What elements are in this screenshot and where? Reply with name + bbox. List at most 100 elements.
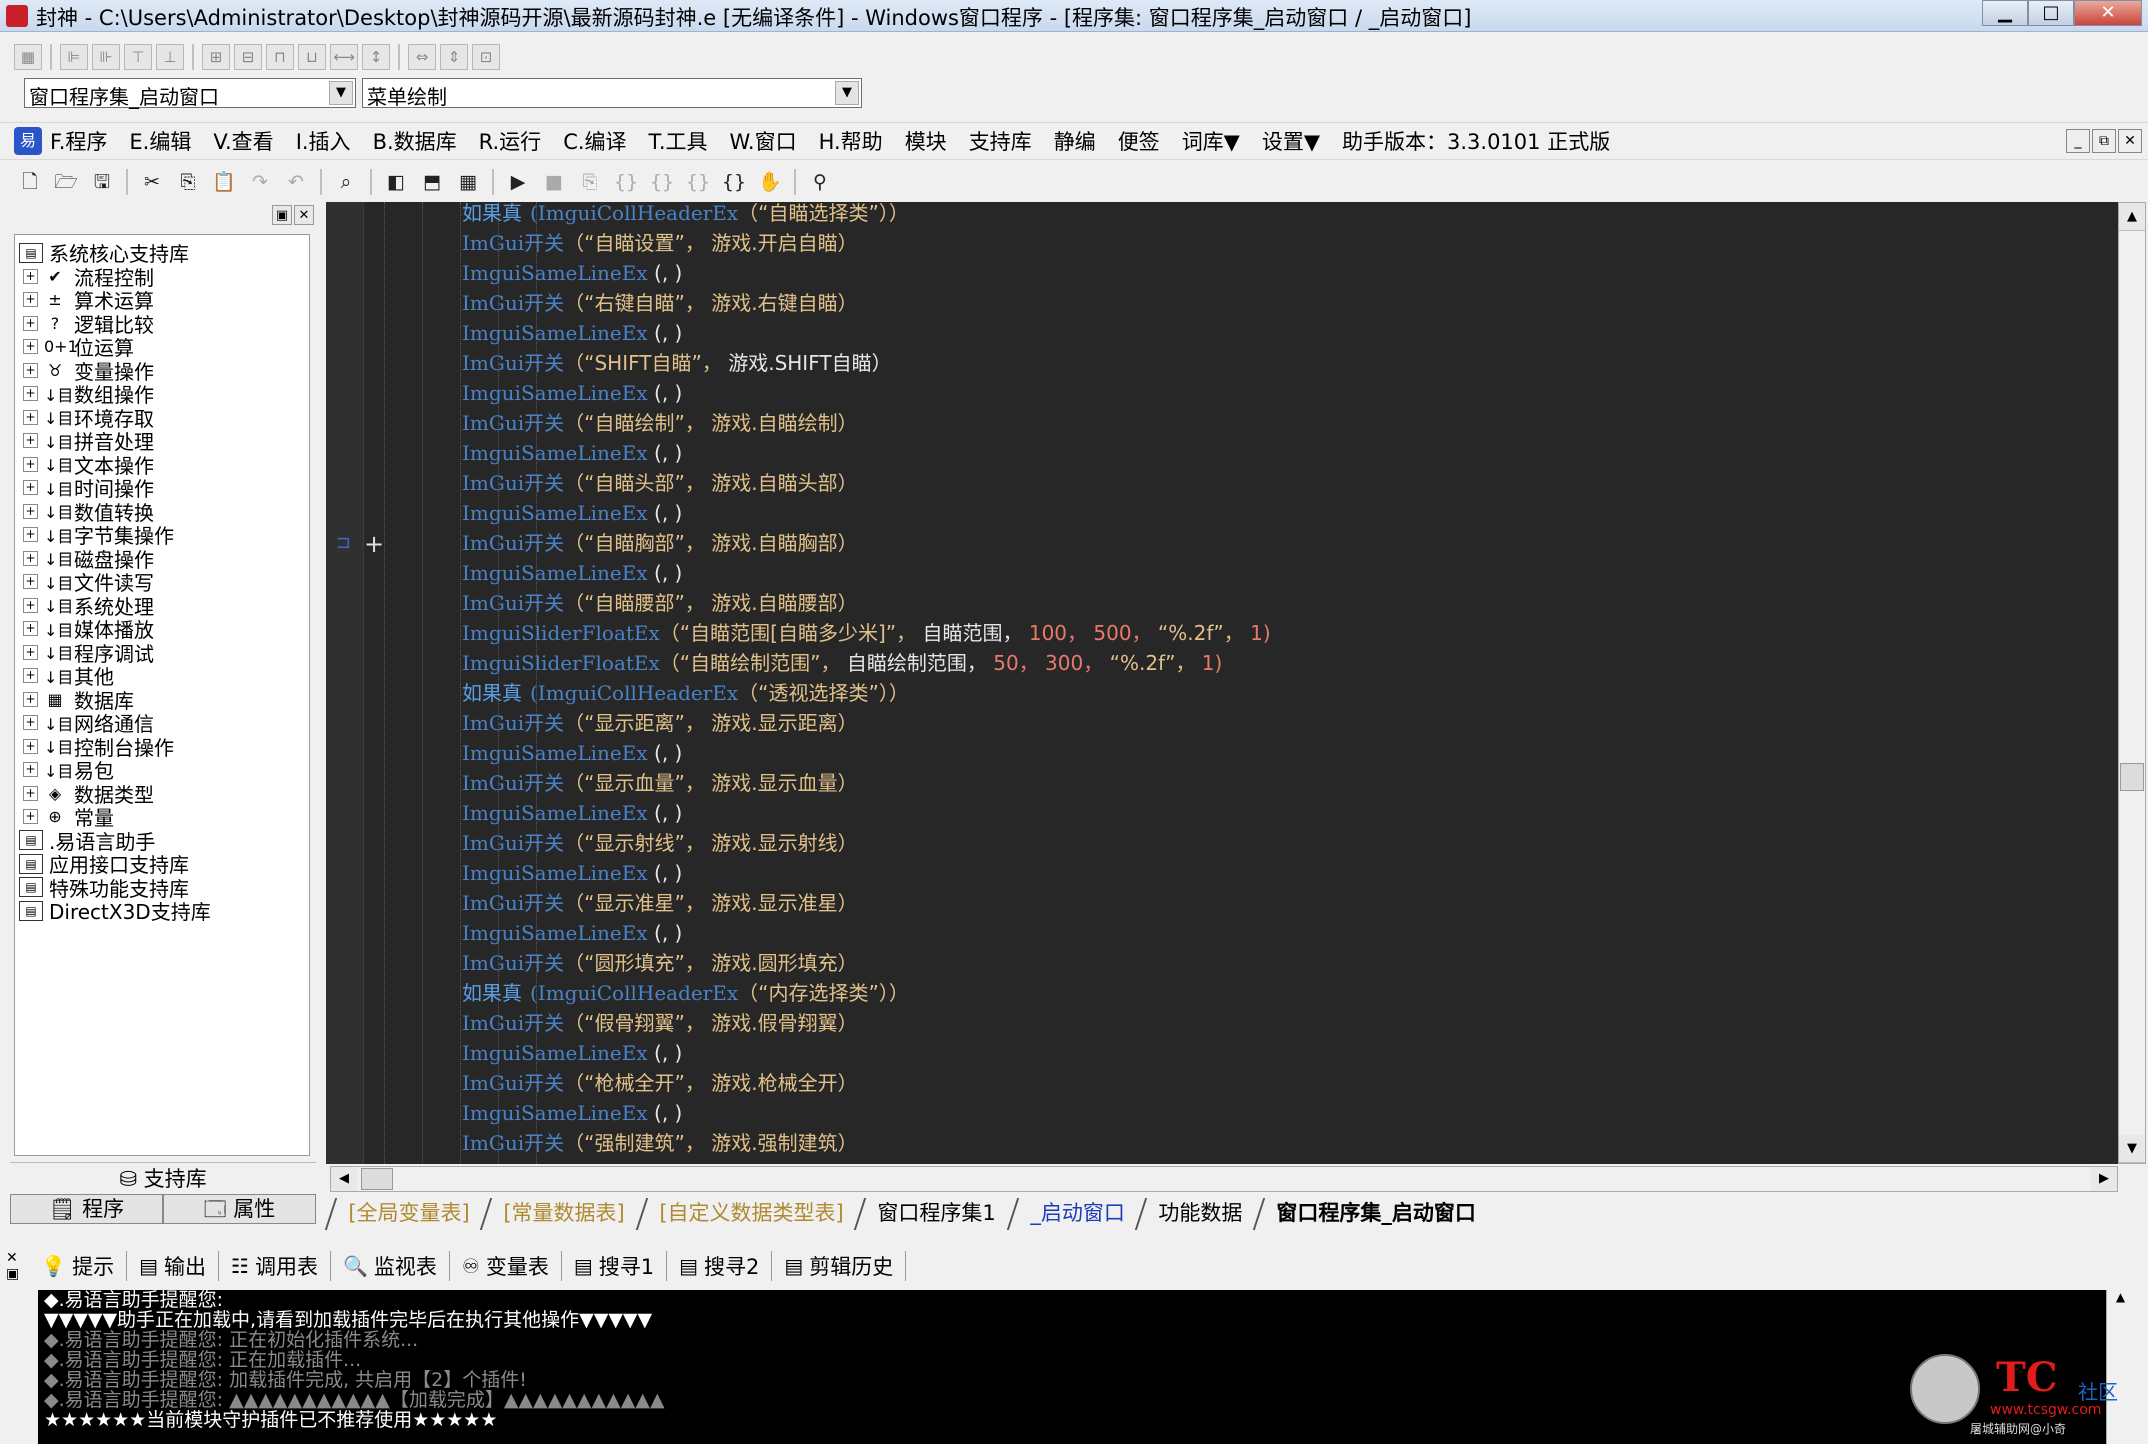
menu-item[interactable]: B.数据库 (373, 126, 457, 156)
code-line[interactable]: ImGui开关（“圆形填充”， 游戏.圆形填充） (462, 948, 858, 978)
editor-tab[interactable]: 窗口程序集1 (853, 1198, 1017, 1230)
tree-item[interactable]: + ◈ 数据类型 (15, 782, 309, 807)
expand-icon[interactable]: + (23, 762, 38, 778)
tree-root[interactable]: ▤ 系统核心支持库 (15, 241, 309, 266)
breakpoint-icon[interactable]: {} (718, 167, 750, 197)
step-over-icon[interactable]: {} (646, 167, 678, 197)
code-area[interactable]: 如果真 (ImguiCollHeaderEx（“自瞄选择类”）） ImGui开关（“… (326, 202, 2118, 1164)
code-line[interactable]: ImguiSameLineEx (, ) (462, 858, 682, 888)
tree-item[interactable]: + ↓目 易包 (15, 758, 309, 783)
tree-item[interactable]: + ↓目 媒体播放 (15, 617, 309, 642)
redo-icon[interactable]: ↷ (244, 167, 276, 197)
code-line[interactable]: ImguiSameLineEx (, ) (462, 318, 682, 348)
layout-top-icon[interactable]: ⬒ (416, 167, 448, 197)
hand-icon[interactable]: ✋ (754, 167, 786, 197)
align-right-icon[interactable]: ⊪ (92, 44, 120, 70)
code-line[interactable]: 如果真 (ImguiCollHeaderEx（“内存选择类”）） (462, 978, 909, 1008)
mdi-close-button[interactable]: ✕ (2118, 129, 2142, 153)
pin-icon[interactable]: ▣ (272, 205, 292, 225)
layout-grid-icon[interactable]: ▦ (452, 167, 484, 197)
code-line[interactable]: ImGui开关（“自瞄绘制”， 游戏.自瞄绘制） (462, 408, 858, 438)
bottom-tab[interactable]: 🔍 监视表 (331, 1251, 450, 1281)
expand-icon[interactable]: + (23, 503, 38, 519)
code-line[interactable]: ImGui开关（“SHIFT自瞄”， 游戏.SHIFT自瞄） (462, 348, 892, 378)
code-line[interactable]: ImGui开关（“枪械全开”， 游戏.枪械全开） (462, 1068, 858, 1098)
tree-item[interactable]: + ↓目 其他 (15, 664, 309, 689)
binoculars-icon[interactable]: ⚲ (804, 167, 836, 197)
pin-icon[interactable]: ▣ (6, 1266, 19, 1282)
code-line[interactable]: ImguiSameLineEx (, ) (462, 438, 682, 468)
align-left-icon[interactable]: ⊫ (60, 44, 88, 70)
paste-icon[interactable]: 📋 (208, 167, 240, 197)
bottom-tab[interactable]: ▤ 输出 (127, 1251, 220, 1281)
code-editor[interactable]: 如果真 (ImguiCollHeaderEx（“自瞄选择类”）） ImGui开关（“… (326, 202, 2118, 1164)
same-width-icon[interactable]: ⊓ (266, 44, 294, 70)
menu-item[interactable]: 模块 (905, 126, 947, 156)
mdi-minimize-button[interactable]: _ (2066, 129, 2090, 153)
menu-item[interactable]: W.窗口 (730, 126, 797, 156)
tree-item[interactable]: + ♉ 变量操作 (15, 359, 309, 384)
new-file-icon[interactable]: 🗋 (14, 167, 46, 197)
code-line[interactable]: 如果真 (ImguiCollHeaderEx（“透视选择类”）） (462, 678, 909, 708)
align-top-icon[interactable]: ⊤ (124, 44, 152, 70)
bottom-tab[interactable]: ♾ 变量表 (450, 1251, 562, 1281)
center-v-icon[interactable]: ⊟ (234, 44, 262, 70)
menu-item[interactable]: V.查看 (213, 126, 273, 156)
expand-icon[interactable]: + (23, 644, 38, 660)
bottom-tab[interactable]: ▤ 搜寻2 (667, 1251, 773, 1281)
bottom-tab[interactable]: ☷ 调用表 (219, 1251, 331, 1281)
stop-icon[interactable]: ■ (538, 167, 570, 197)
expand-icon[interactable]: + (23, 386, 38, 402)
tree-item[interactable]: + ↓目 控制台操作 (15, 735, 309, 760)
menu-item[interactable]: E.编辑 (129, 126, 191, 156)
chevron-down-icon[interactable]: ▼ (835, 81, 859, 105)
editor-tab[interactable]: 窗口程序集_启动窗口 (1252, 1198, 1497, 1230)
expand-icon[interactable]: + (23, 785, 38, 801)
editor-tab[interactable]: _启动窗口 (1006, 1198, 1146, 1230)
layout-left-icon[interactable]: ◧ (380, 167, 412, 197)
center-h-icon[interactable]: ⊞ (202, 44, 230, 70)
space-h-icon[interactable]: ⟷ (330, 44, 358, 70)
editor-vertical-scrollbar[interactable]: ▲ ▼ (2118, 202, 2146, 1164)
run-icon[interactable]: ▶ (502, 167, 534, 197)
expand-icon[interactable]: + (23, 339, 38, 355)
code-line[interactable]: ImguiSameLineEx (, ) (462, 1098, 682, 1128)
bottom-tab[interactable]: 💡 提示 (29, 1251, 128, 1281)
menu-item[interactable]: T.工具 (649, 126, 708, 156)
tree-item[interactable]: + ↓目 文件读写 (15, 570, 309, 595)
maximize-button[interactable]: □ (2028, 0, 2074, 26)
tab-property[interactable]: 🗔 属性 (163, 1194, 316, 1224)
menu-item[interactable]: H.帮助 (819, 126, 883, 156)
scroll-up-icon[interactable]: ▲ (2119, 203, 2145, 231)
editor-horizontal-scrollbar[interactable]: ◀ ▶ (330, 1166, 2118, 1192)
resize-icon[interactable]: ⊡ (472, 44, 500, 70)
code-line[interactable]: ImGui开关（“强制建筑”， 游戏.强制建筑） (462, 1128, 858, 1158)
tree-item[interactable]: + ↓目 拼音处理 (15, 429, 309, 454)
code-line[interactable]: ImguiSameLineEx (, ) (462, 918, 682, 948)
code-line[interactable]: ImGui开关（“假骨翔翼”， 游戏.假骨翔翼） (462, 1008, 858, 1038)
scroll-down-icon[interactable]: ▼ (2119, 1135, 2145, 1163)
expand-icon[interactable]: + (23, 409, 38, 425)
code-line[interactable]: ImGui开关（“显示射线”， 游戏.显示射线） (462, 828, 858, 858)
heighten-icon[interactable]: ⇕ (440, 44, 468, 70)
space-v-icon[interactable]: ↕ (362, 44, 390, 70)
code-line[interactable]: ImguiSameLineEx (, ) (462, 258, 682, 288)
expand-icon[interactable]: + (23, 738, 38, 754)
output-console[interactable]: ◆.易语言助手提醒您: ▼▼▼▼▼助手正在加载中,请看到加载插件完毕后在执行其他操… (38, 1290, 2106, 1444)
code-line[interactable]: ImguiSameLineEx (, ) (462, 378, 682, 408)
copy-icon[interactable]: ⎘ (172, 167, 204, 197)
expand-icon[interactable]: + (23, 292, 38, 308)
menu-item[interactable]: 静编 (1054, 126, 1096, 156)
tree-item[interactable]: +? 逻辑比较 (15, 312, 309, 337)
expand-icon[interactable]: + (23, 550, 38, 566)
editor-tab[interactable]: 功能数据 (1134, 1198, 1264, 1230)
find-icon[interactable]: ⌕ (330, 167, 362, 197)
scroll-right-icon[interactable]: ▶ (2091, 1167, 2117, 1191)
expand-icon[interactable]: + (23, 574, 38, 590)
menu-item[interactable]: F.程序 (50, 126, 107, 156)
tree-item[interactable]: + ± 算术运算 (15, 288, 309, 313)
bottom-tab[interactable]: ▤ 剪辑历史 (772, 1251, 907, 1281)
expand-icon[interactable]: + (23, 315, 38, 331)
expand-icon[interactable]: + (23, 668, 38, 684)
code-line[interactable]: ImGui开关（“显示距离”， 游戏.显示距离） (462, 708, 858, 738)
